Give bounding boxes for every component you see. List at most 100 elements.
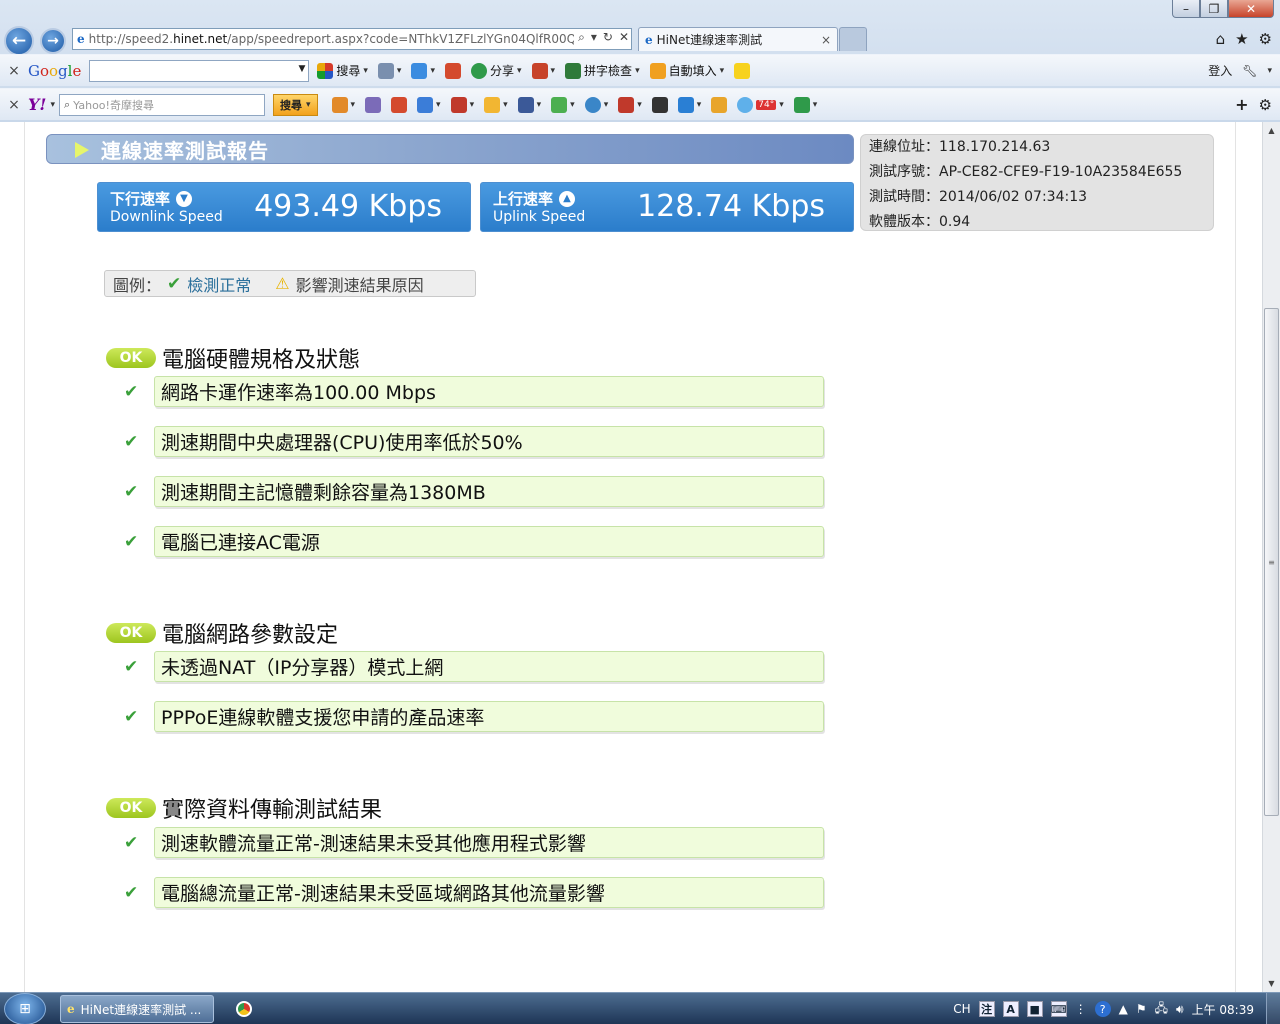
yahoo-tool-6[interactable]: ▾ [484, 96, 508, 113]
chevron-down-icon[interactable]: ▾ [50, 100, 55, 110]
minimize-button[interactable]: – [1172, 0, 1200, 18]
spellcheck-label: 拼字檢查 [584, 64, 633, 78]
options-icon[interactable]: ⋮ [1075, 1002, 1087, 1016]
search-icon[interactable]: ⌕ [578, 30, 585, 45]
taskbar-ie-window[interactable]: e HiNet連線速率測試 ... [60, 995, 214, 1023]
yahoo-tool-8[interactable]: ▾ [551, 96, 575, 113]
google-search-input[interactable]: ▼ [89, 59, 310, 82]
tab-speedtest[interactable]: e HiNet連線速率測試 × [638, 27, 838, 51]
address-url-host: hinet.net [173, 32, 228, 46]
close-window-button[interactable]: ✕ [1228, 0, 1274, 18]
stop-icon[interactable]: ✕ [619, 30, 629, 45]
back-button[interactable]: ← [4, 26, 34, 56]
yahoo-search-button[interactable]: 搜尋 ▾ [272, 93, 318, 116]
ime-indicator[interactable]: CH [953, 1002, 970, 1016]
share-button[interactable]: 分享 ▾ [470, 62, 522, 79]
chevron-down-icon: ▾ [469, 99, 475, 110]
tools-gear-icon[interactable]: ⚙ [1259, 30, 1272, 48]
yahoo-tool-11[interactable] [651, 96, 668, 113]
favorites-star-icon[interactable]: ★ [1235, 30, 1248, 48]
settings-gear-icon[interactable]: ⚙ [1259, 96, 1272, 114]
fullwidth-icon[interactable]: ■ [1026, 1001, 1043, 1017]
dropdown-icon[interactable]: ▾ [591, 30, 597, 45]
ime-mode-icon[interactable]: 注 [978, 1001, 995, 1017]
scroll-thumb[interactable]: ≡ [1264, 308, 1279, 816]
new-tab-button[interactable] [839, 27, 867, 51]
refresh-icon[interactable]: ↻ [603, 30, 613, 45]
scroll-down-arrow-icon[interactable]: ▼ [1263, 975, 1280, 992]
google-toolbar-close-icon[interactable]: × [0, 63, 28, 79]
popup-blocker-button[interactable]: ▾ [531, 62, 555, 79]
chevron-down-icon[interactable]: ▼ [298, 64, 305, 74]
yahoo-tool-12[interactable]: ▾ [677, 96, 701, 113]
plus-icon [411, 62, 428, 79]
action-center-flag-icon[interactable]: ⚑ [1136, 1002, 1147, 1016]
yahoo-toolbar-close-icon[interactable]: × [0, 97, 28, 113]
page-menu-button[interactable]: ▾ [377, 62, 401, 79]
tray-expand-icon[interactable]: ▲ [1119, 1002, 1128, 1016]
yahoo-mail-button[interactable]: ▾ [417, 96, 441, 113]
movie-clapper-icon [651, 96, 668, 113]
check-item-text: 電腦已連接AC電源 [154, 526, 824, 557]
uplink-label-zh: 上行速率 ▲ [493, 188, 576, 209]
volume-icon[interactable]: 🔊︎ [1176, 1002, 1184, 1017]
highlight-button[interactable] [734, 62, 751, 79]
check-item-text: 未透過NAT（IP分享器）模式上網 [154, 651, 824, 682]
yahoo-search-input[interactable]: ⌕ Yahoo!奇摩搜尋 [58, 93, 265, 116]
add-button[interactable]: ▾ [411, 62, 435, 79]
google-search-button[interactable]: 搜尋 ▾ [317, 62, 368, 79]
address-tools: ⌕ ▾ ↻ ✕ [574, 30, 629, 45]
chevron-down-icon: ▾ [350, 99, 356, 110]
show-desktop-button[interactable] [1266, 993, 1280, 1024]
info-value: 2014/06/02 07:34:13 [939, 189, 1088, 205]
facebook-icon [517, 96, 534, 113]
taskbar-chrome[interactable] [222, 995, 266, 1023]
font-icon[interactable]: A [1002, 1001, 1019, 1017]
right-nav-icons: ⌂ ★ ⚙ [1216, 30, 1272, 48]
help-icon[interactable]: ? [1094, 1001, 1111, 1017]
add-icon[interactable]: + [1235, 95, 1248, 114]
yahoo-tool-2[interactable] [365, 96, 382, 113]
wrench-icon[interactable]: 🔧︎ [1242, 64, 1257, 78]
signin-link[interactable]: 登入 [1208, 62, 1232, 79]
address-bar[interactable]: e http://speed2. hinet.net/app/speedrepor… [72, 28, 632, 50]
yahoo-tool-3[interactable] [391, 96, 408, 113]
facebook-button[interactable]: ▾ [517, 96, 541, 113]
yahoo-tool-5[interactable]: ▾ [450, 96, 475, 113]
google-plus-button[interactable] [444, 62, 461, 79]
info-row-version: 軟體版本：0.94 [869, 213, 1205, 238]
autofill-button[interactable]: 自動填入 ▾ [649, 62, 724, 79]
navigation-row: ← → e http://speed2. hinet.net/app/speedr… [0, 24, 1280, 56]
google-logo: Google [28, 62, 81, 80]
check-item: ✔ 未透過NAT（IP分享器）模式上網 [120, 651, 824, 682]
browser-chrome: – ❐ ✕ ← → e http://speed2. hinet.net/app/… [0, 0, 1280, 122]
network-icon[interactable]: 🖧︎ [1155, 999, 1168, 1020]
spellcheck-button[interactable]: 拼字檢查 ▾ [565, 62, 640, 79]
yahoo-tool-10[interactable]: ▾ [618, 96, 642, 113]
scroll-up-arrow-icon[interactable]: ▲ [1263, 122, 1280, 139]
start-button[interactable]: ⊞ [4, 993, 46, 1024]
chevron-down-icon: ▾ [603, 99, 609, 110]
check-item-text: 電腦總流量正常-測速結果未受區域網路其他流量影響 [154, 877, 824, 908]
chevron-down-icon[interactable]: ▾ [1267, 66, 1272, 76]
forward-button[interactable]: → [40, 28, 66, 54]
info-row-ip: 連線位址：118.170.214.63 [869, 138, 1205, 163]
yahoo-tool-9[interactable]: ▾ [584, 96, 609, 113]
weather-button[interactable]: 74° ▾ [737, 96, 784, 113]
vertical-scrollbar[interactable]: ▲ ≡ ▼ [1262, 122, 1280, 992]
tab-close-icon[interactable]: × [821, 33, 831, 47]
downlink-label-zh: 下行速率 ▼ [110, 188, 193, 209]
weather-cloud-icon [737, 96, 754, 113]
taskbar-clock[interactable]: 上午 08:39 [1192, 1001, 1254, 1018]
home-icon[interactable]: ⌂ [1216, 30, 1226, 48]
keyboard-icon[interactable]: ⌨ [1050, 1001, 1067, 1017]
uplink-label-en: Uplink Speed [493, 209, 586, 225]
page-icon [377, 62, 394, 79]
check-icon: ✔ [124, 832, 139, 853]
yahoo-tool-15[interactable]: ▾ [793, 96, 817, 113]
yahoo-tool-1[interactable]: ▾ [331, 96, 356, 113]
yahoo-logo[interactable]: Y! [28, 95, 46, 114]
restore-button[interactable]: ❐ [1200, 0, 1228, 18]
calendar-icon [450, 96, 467, 113]
yahoo-tool-13[interactable] [711, 96, 728, 113]
